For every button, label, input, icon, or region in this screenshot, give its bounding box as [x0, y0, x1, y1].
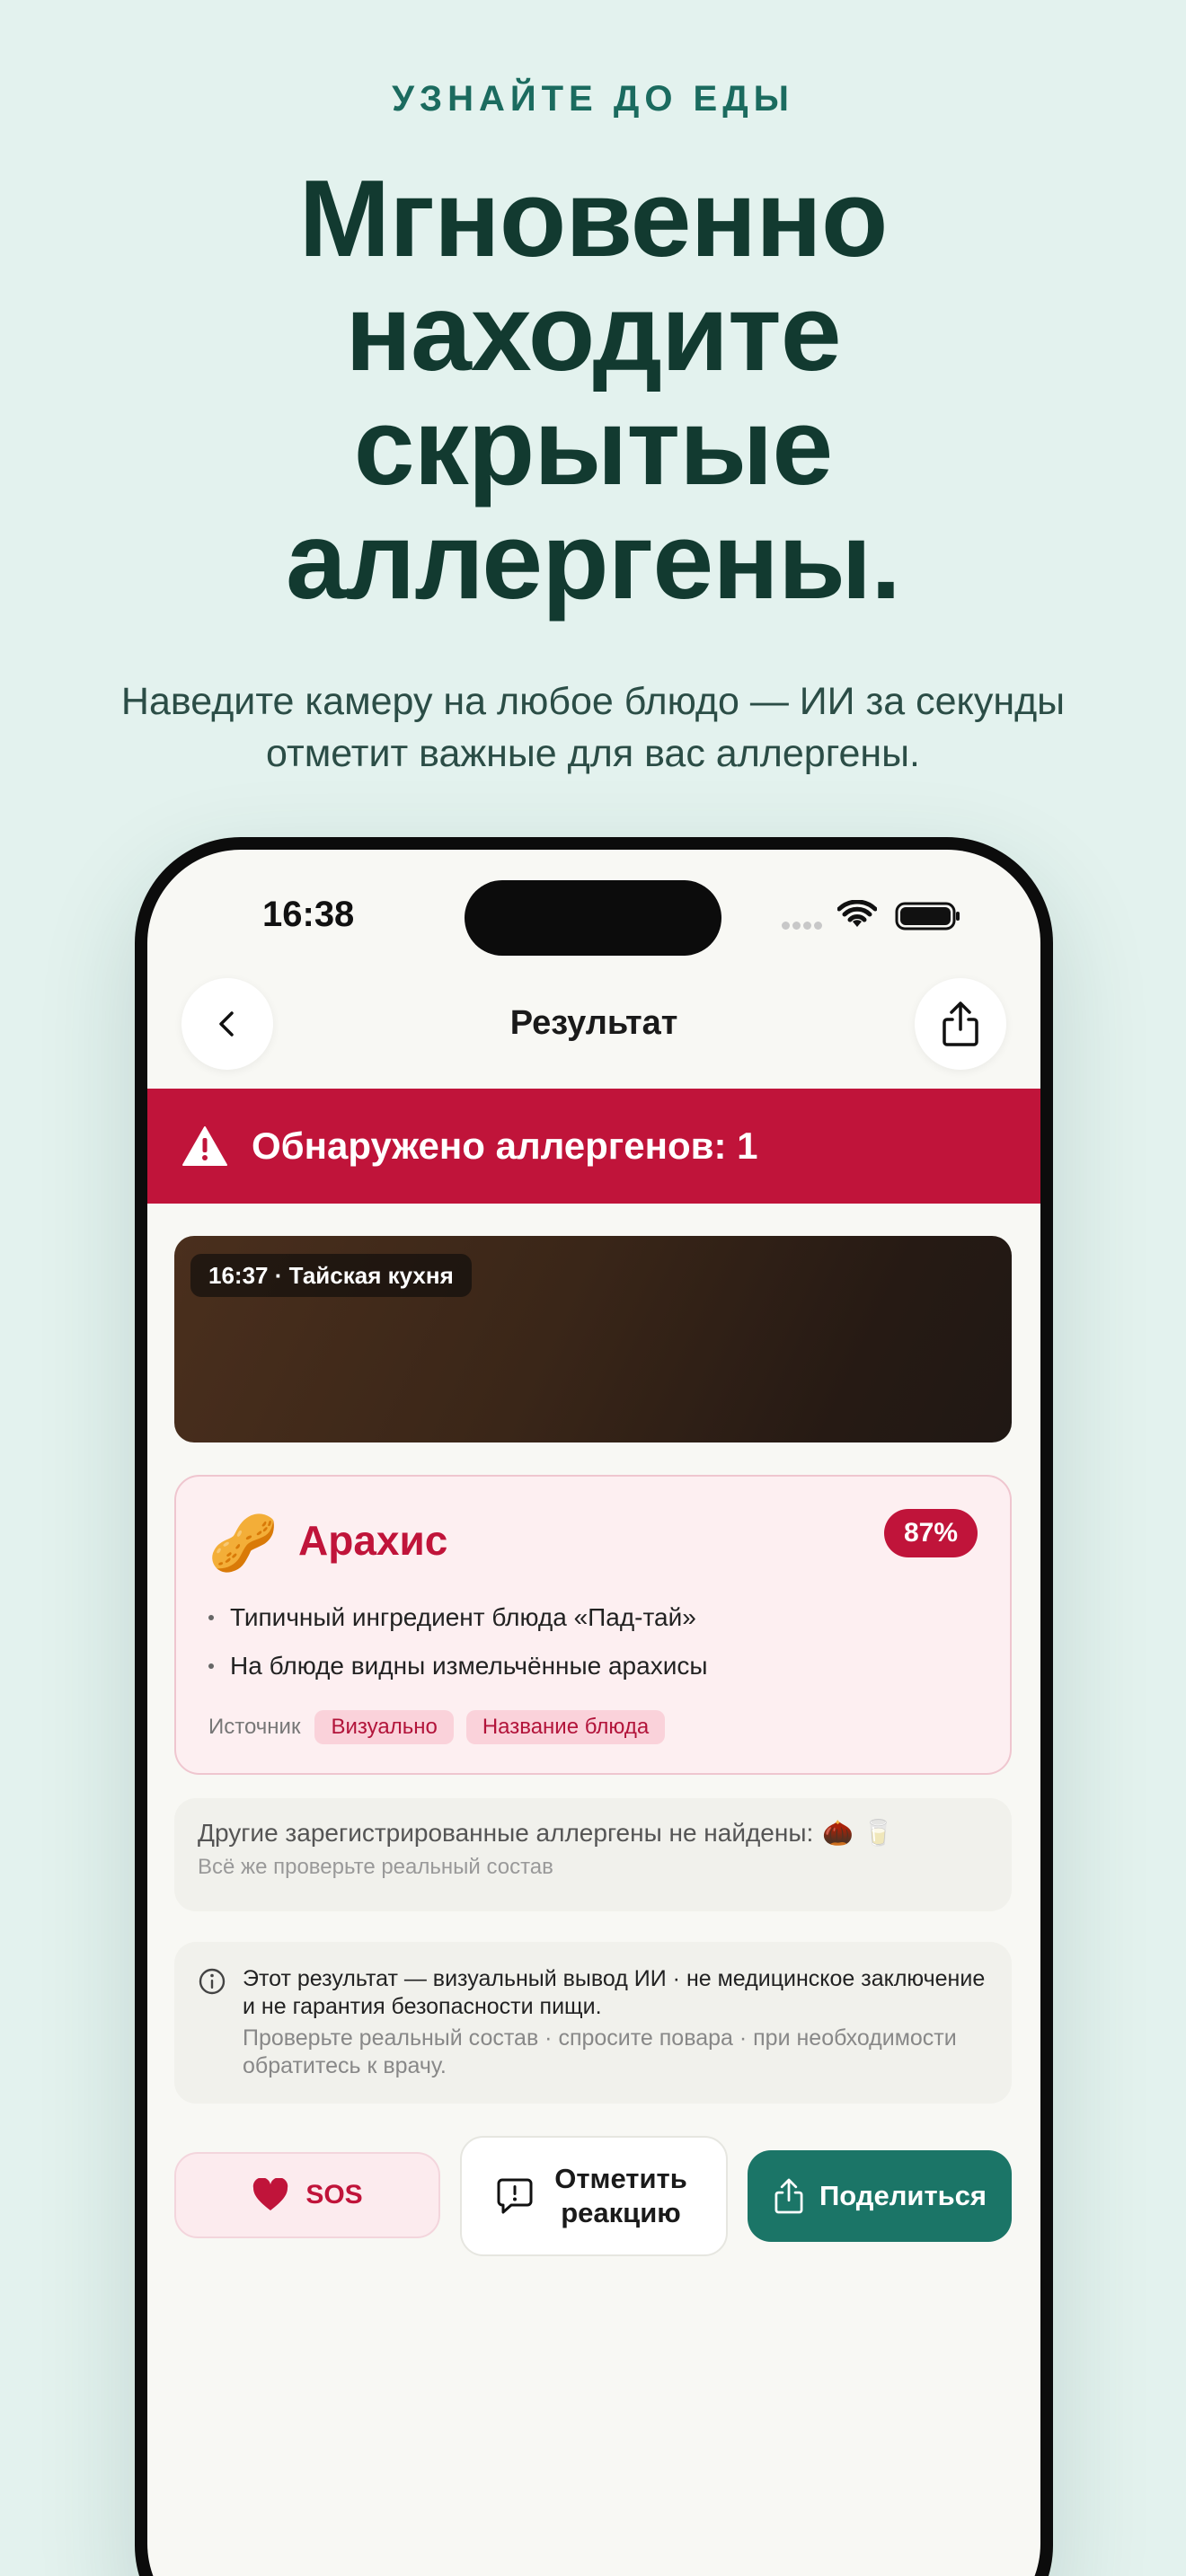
sos-label: SOS [305, 2180, 363, 2210]
milk-icon: 🥛 [863, 1819, 894, 1847]
warning-triangle-icon [182, 1126, 227, 1166]
message-alert-icon [497, 2178, 533, 2214]
disclaimer-hint: Проверьте реальный состав · спросите пов… [243, 2025, 957, 2078]
reason-text: На блюде видны измельчённые арахисы [230, 1652, 708, 1680]
disclaimer-box: Этот результат — визуальный вывод ИИ · н… [174, 1942, 1012, 2104]
list-item: На блюде видны измельчённые арахисы [208, 1642, 707, 1690]
share-top-button[interactable] [915, 978, 1006, 1070]
chestnut-icon: 🌰 [822, 1819, 854, 1847]
wifi-icon [837, 900, 877, 927]
page-title: Результат [509, 1004, 678, 1042]
share-label: Поделиться [819, 2180, 987, 2211]
heart-icon [253, 2178, 288, 2210]
battery-icon [895, 902, 960, 931]
source-chip-dish-name: Название блюда [465, 1710, 666, 1744]
reason-list: Типичный ингредиент блюда «Пад-тай» На б… [208, 1593, 707, 1690]
list-item: Типичный ингредиент блюда «Пад-тай» [208, 1593, 707, 1642]
allergen-alert-bar: Обнаружено аллергенов: 1 [147, 1089, 1040, 1204]
peanut-icon: 🥜 [208, 1513, 279, 1575]
dynamic-island [465, 880, 721, 956]
report-reaction-label: Отметить реакцию [554, 2163, 687, 2228]
share-button[interactable]: Поделиться [748, 2150, 1012, 2242]
confidence-badge: 87% [883, 1509, 978, 1557]
kicker: УЗНАЙТЕ ДО ЕДЫ [392, 79, 794, 119]
allergen-name: Арахис [298, 1517, 448, 1564]
alert-text: Обнаружено аллергенов: 1 [252, 1125, 758, 1167]
status-time: 16:38 [262, 895, 355, 934]
source-label: Источник [208, 1715, 301, 1739]
other-allergens-box: Другие зарегистрированные аллергены не н… [174, 1798, 1012, 1911]
action-row: SOS Отметить реакцию Поделиться [174, 2136, 1012, 2256]
source-row: Источник Визуально Название блюда [208, 1710, 677, 1744]
phone-screen: 16:38 Результат Обнаружено аллергенов: 1… [147, 850, 1040, 2576]
share-icon [774, 2178, 803, 2214]
other-allergens-text: Другие зарегистрированные аллергены не н… [198, 1818, 814, 1847]
share-icon [943, 1001, 978, 1046]
signal-icon [782, 918, 825, 934]
photo-tag: 16:37 · Тайская кухня [190, 1254, 472, 1297]
source-chip-visual: Визуально [314, 1710, 454, 1744]
status-icons [782, 896, 961, 932]
allergen-card[interactable]: 🥜 Арахис 87% Типичный ингредиент блюда «… [174, 1475, 1012, 1775]
reason-text: Типичный ингредиент блюда «Пад-тай» [230, 1603, 696, 1631]
headline: Мгновенно находите скрытые аллергены. [285, 157, 901, 622]
info-icon [199, 1968, 226, 1995]
report-reaction-button[interactable]: Отметить реакцию [460, 2136, 728, 2256]
disclaimer-main: Этот результат — визуальный вывод ИИ · н… [243, 1966, 986, 2019]
sos-button[interactable]: SOS [174, 2152, 440, 2238]
dish-photo[interactable]: 16:37 · Тайская кухня [174, 1236, 1012, 1442]
subtitle: Наведите камеру на любое блюдо — ИИ за с… [120, 680, 1066, 775]
other-allergens-hint: Всё же проверьте реальный состав [198, 1855, 553, 1879]
